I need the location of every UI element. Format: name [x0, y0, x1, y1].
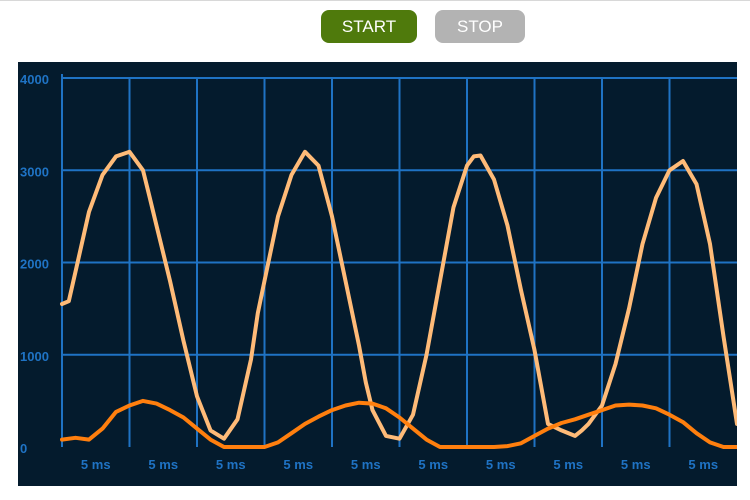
- oscilloscope-chart: 0 1000 2000 3000 4000 5 ms 5 ms 5 ms 5 ms 5 ms 5 m…: [18, 62, 737, 486]
- y-tick-label: 1000: [20, 349, 49, 364]
- y-tick-label: 2000: [20, 257, 49, 272]
- y-tick-label: 4000: [20, 72, 49, 87]
- y-tick-label: 3000: [20, 164, 49, 179]
- x-tick-label: 5 ms: [148, 457, 178, 472]
- x-tick-label: 5 ms: [621, 457, 651, 472]
- stop-button[interactable]: STOP: [435, 10, 525, 43]
- x-tick-label: 5 ms: [418, 457, 448, 472]
- x-tick-label: 5 ms: [283, 457, 313, 472]
- y-tick-label: 0: [20, 441, 27, 456]
- toolbar: START STOP: [0, 10, 750, 44]
- x-tick-label: 5 ms: [688, 457, 718, 472]
- x-tick-label: 5 ms: [351, 457, 381, 472]
- start-button[interactable]: START: [321, 10, 417, 43]
- x-tick-label: 5 ms: [81, 457, 111, 472]
- x-tick-label: 5 ms: [486, 457, 516, 472]
- chart-svg: 0 1000 2000 3000 4000 5 ms 5 ms 5 ms 5 ms 5 ms 5 m…: [20, 72, 737, 472]
- x-tick-label: 5 ms: [216, 457, 246, 472]
- x-tick-label: 5 ms: [553, 457, 583, 472]
- top-divider: [0, 0, 750, 1]
